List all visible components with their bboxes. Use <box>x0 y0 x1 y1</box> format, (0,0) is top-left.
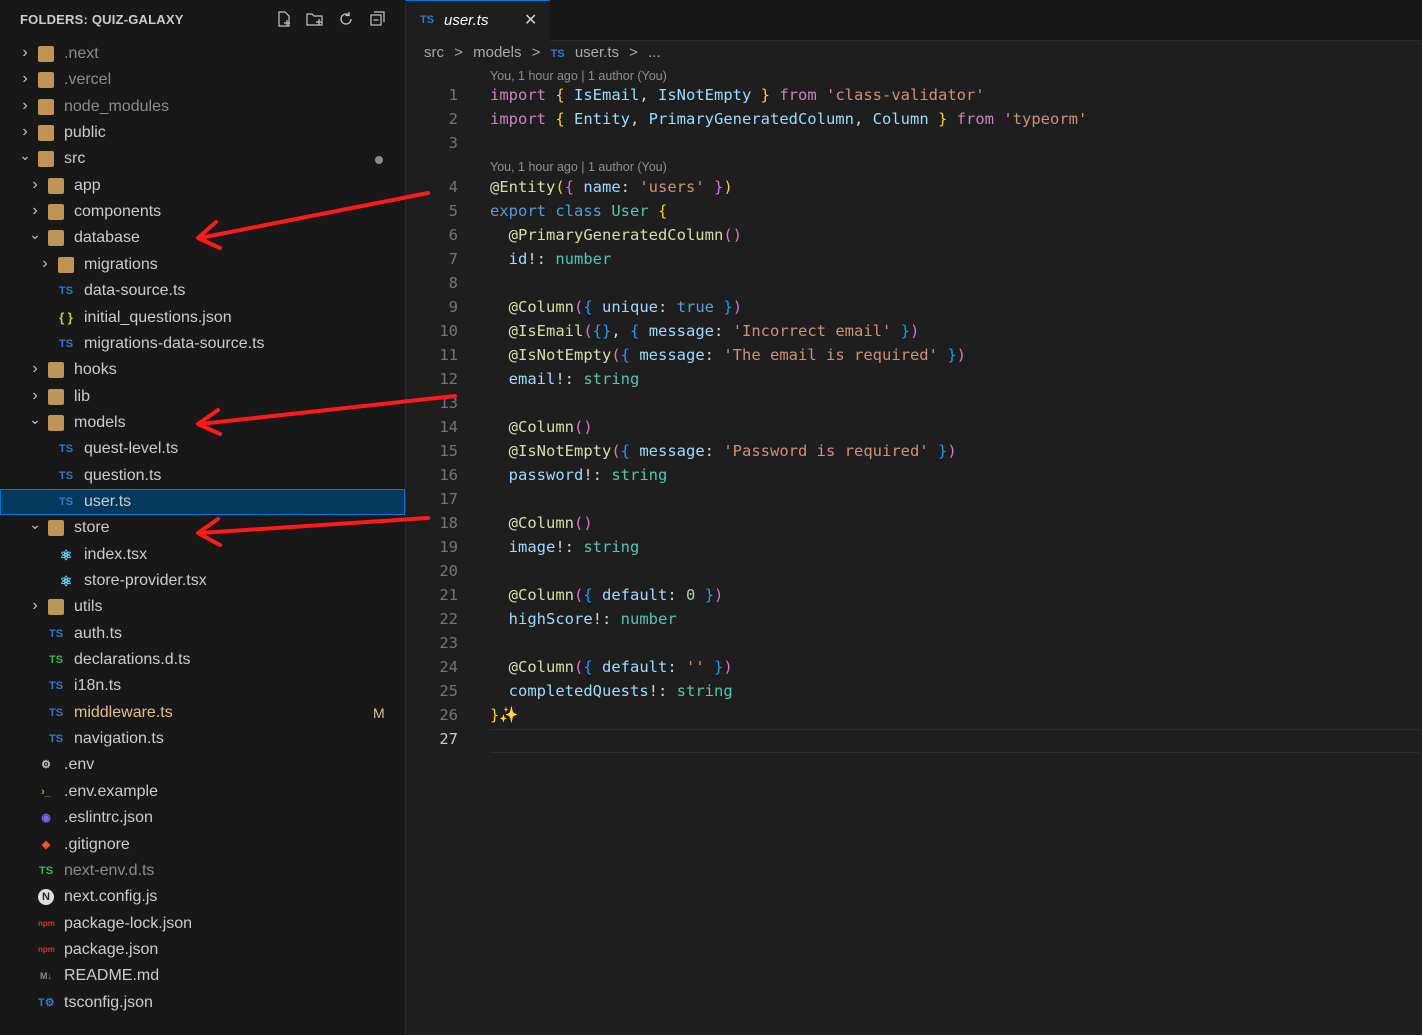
arrow-to-models <box>198 394 457 426</box>
arrow-to-store <box>198 516 430 535</box>
annotation-arrows <box>196 191 457 547</box>
arrow-to-database <box>198 191 430 240</box>
